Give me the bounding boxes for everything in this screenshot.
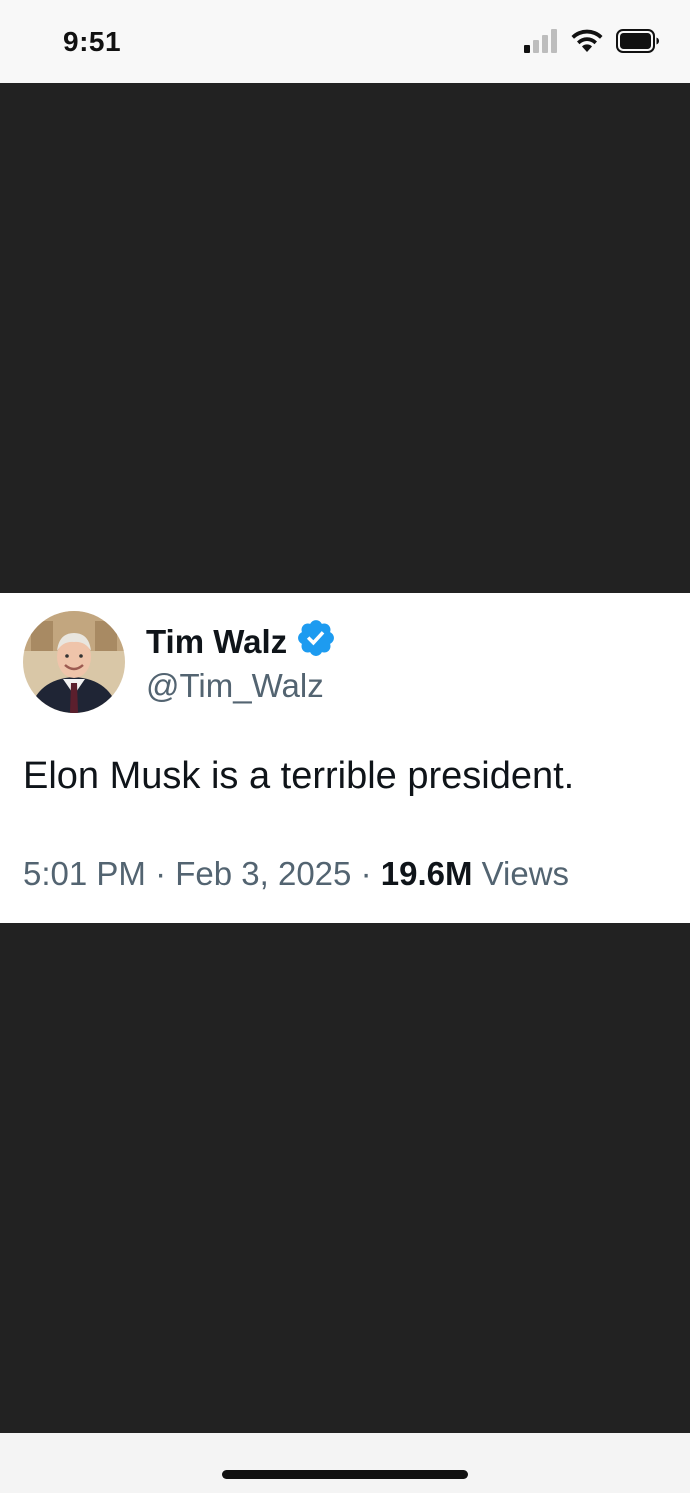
meta-separator: · [360,855,372,892]
verified-badge-icon [295,617,337,667]
user-handle[interactable]: @Tim_Walz [146,667,324,705]
display-name[interactable]: Tim Walz [146,617,337,667]
home-bar-area [0,1433,690,1493]
views-count: 19.6M [380,855,473,892]
tweet-card[interactable]: Tim Walz @Tim_Walz Elon Musk is a terrib… [0,593,690,923]
home-indicator[interactable] [222,1470,468,1479]
cellular-signal-icon [524,29,558,58]
meta-separator: · [155,855,167,892]
image-top-dark-area [0,83,690,593]
status-icons [524,28,660,59]
image-bottom-dark-area [0,923,690,1433]
tweet-meta: 5:01 PM · Feb 3, 2025 · 19.6M Views [23,855,569,893]
tweet-time[interactable]: 5:01 PM [23,855,146,892]
battery-icon [616,29,660,58]
status-time: 9:51 [63,26,122,57]
wifi-icon [570,28,604,59]
tweet-text: Elon Musk is a terrible president. [23,755,575,797]
status-bar: 9:51 [0,0,690,83]
views-label: Views [481,855,570,892]
tweet-date[interactable]: Feb 3, 2025 [175,855,351,892]
avatar[interactable] [23,611,125,713]
display-name-text: Tim Walz [146,623,288,660]
